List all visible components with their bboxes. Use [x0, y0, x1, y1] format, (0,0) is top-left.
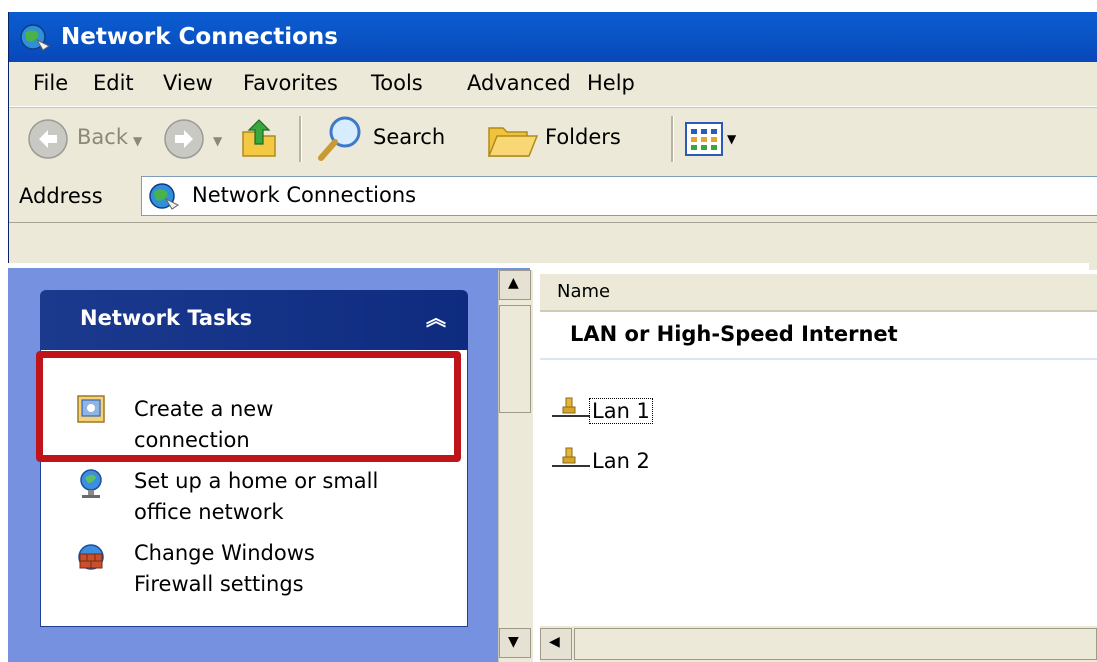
collapse-chevron-icon[interactable]: ︽	[426, 302, 446, 331]
list-horizontal-scrollbar[interactable]: ◀	[540, 626, 1097, 662]
up-folder-icon[interactable]	[239, 116, 279, 164]
menu-favorites[interactable]: Favorites	[243, 71, 338, 95]
firewall-icon	[76, 542, 106, 576]
task-line: Change Windows	[134, 541, 315, 565]
menu-file[interactable]: File	[33, 71, 68, 95]
views-dropdown-icon[interactable]: ▼	[727, 132, 736, 146]
list-item-label: Lan 1	[589, 397, 653, 424]
network-tasks-header[interactable]: Network Tasks ︽	[40, 290, 468, 350]
task-line: Set up a home or small	[134, 469, 379, 493]
back-button-label[interactable]: Back	[77, 125, 128, 149]
forward-dropdown-icon[interactable]: ▼	[213, 134, 222, 148]
menu-help[interactable]: Help	[587, 71, 635, 95]
scroll-thumb[interactable]	[499, 305, 531, 413]
network-cable-icon	[552, 446, 590, 477]
group-divider	[540, 358, 1097, 360]
toolbar-separator	[671, 116, 674, 162]
scroll-down-button[interactable]: ▼	[499, 628, 531, 658]
list-item-lan-2[interactable]: Lan 2	[552, 446, 652, 477]
highlight-box	[36, 351, 461, 462]
column-header-name[interactable]: Name	[540, 274, 1097, 312]
menu-advanced[interactable]: Advanced	[467, 71, 571, 95]
search-button-label[interactable]: Search	[373, 125, 445, 149]
forward-icon[interactable]	[163, 118, 205, 164]
address-bar: Address Network Connections	[9, 170, 1097, 223]
list-item-lan-1[interactable]: Lan 1	[552, 396, 653, 427]
network-tasks-title: Network Tasks	[80, 306, 253, 330]
list-item-label: Lan 2	[592, 448, 650, 473]
scroll-up-button[interactable]: ▲	[499, 270, 531, 300]
scroll-down-icon: ▼	[508, 634, 519, 650]
network-globe-icon	[19, 22, 51, 56]
folders-icon[interactable]	[487, 118, 539, 164]
scroll-left-button[interactable]: ◀	[540, 628, 572, 660]
scroll-up-icon: ▲	[508, 275, 519, 291]
menu-tools[interactable]: Tools	[371, 71, 423, 95]
toolbar: Back ▼ ▼ Search Folders ▼	[9, 107, 1097, 171]
home-network-link[interactable]: Set up a home or small office network	[134, 466, 378, 528]
scroll-left-icon: ◀	[549, 634, 560, 650]
group-header: LAN or High-Speed Internet	[570, 322, 898, 346]
window-title: Network Connections	[61, 24, 338, 50]
back-icon[interactable]	[27, 118, 69, 164]
task-line: Firewall settings	[134, 572, 304, 596]
column-header-label: Name	[557, 281, 611, 302]
search-icon[interactable]	[315, 114, 365, 168]
menu-view[interactable]: View	[163, 71, 213, 95]
address-field[interactable]: Network Connections	[141, 176, 1097, 216]
scroll-thumb[interactable]	[574, 628, 1097, 660]
network-cable-icon	[552, 396, 590, 427]
views-icon[interactable]	[685, 122, 723, 160]
menu-bar: File Edit View Favorites Tools Advanced …	[9, 62, 1097, 107]
menu-edit[interactable]: Edit	[93, 71, 134, 95]
toolbar-separator	[299, 116, 302, 162]
address-label: Address	[19, 184, 103, 208]
network-globe-icon	[148, 181, 180, 215]
task-line: office network	[134, 500, 284, 524]
title-bar[interactable]: Network Connections	[9, 12, 1097, 62]
back-dropdown-icon[interactable]: ▼	[133, 134, 142, 148]
firewall-settings-link[interactable]: Change Windows Firewall settings	[134, 538, 315, 600]
home-network-icon	[76, 468, 106, 504]
address-value: Network Connections	[192, 183, 417, 207]
folders-button-label[interactable]: Folders	[545, 125, 621, 149]
